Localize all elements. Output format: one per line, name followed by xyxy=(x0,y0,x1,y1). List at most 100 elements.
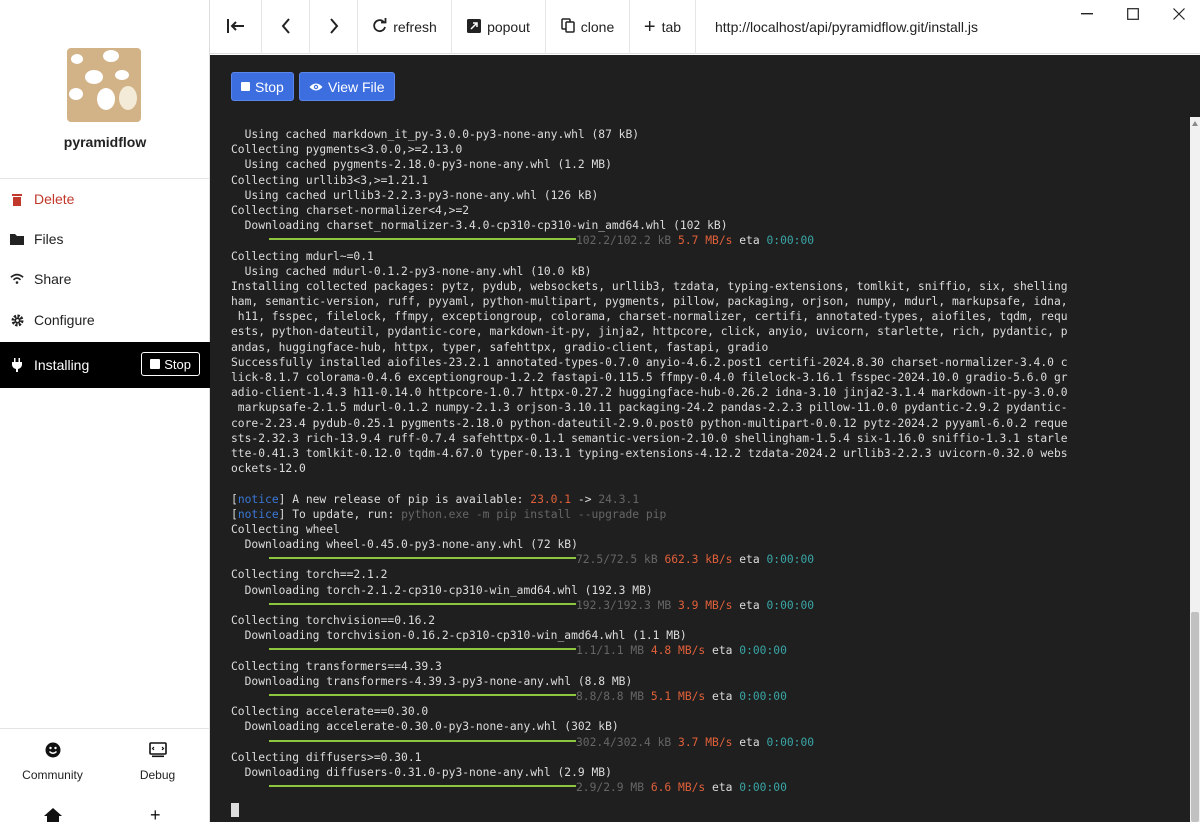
app-name: pyramidflow xyxy=(63,134,147,150)
eta-label: eta xyxy=(705,689,740,703)
notice-text: ] A new release of pip is available: xyxy=(278,492,531,506)
log-line: ockets-12.0 xyxy=(231,462,306,476)
notice-text: ] To update, run: xyxy=(278,507,402,521)
sidebar-item-share[interactable]: Share xyxy=(0,259,210,299)
log-line: Collecting urllib3<3,>=1.21.1 xyxy=(231,173,429,187)
eta-label: eta xyxy=(732,735,767,749)
log-line: Downloading transformers-4.39.3-py3-none… xyxy=(231,674,633,688)
scroll-up-arrow-icon[interactable] xyxy=(1192,121,1198,126)
log-line: Using cached markdown_it_py-3.0.0-py3-no… xyxy=(231,128,640,141)
download-eta: 0:00:00 xyxy=(766,598,815,612)
installing-stop-button[interactable]: Stop xyxy=(141,352,200,376)
refresh-button[interactable]: refresh xyxy=(358,0,452,54)
download-speed: 6.6 MB/s xyxy=(650,781,706,795)
sidebar-item-configure[interactable]: Configure xyxy=(0,300,210,340)
debug-label: Debug xyxy=(139,768,176,782)
terminal-cursor xyxy=(231,803,239,818)
log-line: markupsafe-2.1.5 mdurl-0.1.2 numpy-2.1.3… xyxy=(231,401,1068,415)
download-speed: 3.7 MB/s xyxy=(678,735,733,749)
url-display[interactable]: http://localhost/api/pyramidflow.git/ins… xyxy=(715,0,978,54)
log-line: Downloading accelerate-0.30.0-py3-none-a… xyxy=(231,720,619,734)
plug-icon xyxy=(10,358,24,372)
download-eta: 0:00:00 xyxy=(739,689,787,703)
sidebar-item-label: Files xyxy=(34,231,64,247)
log-line: Using cached urllib3-2.2.3-py3-none-any.… xyxy=(231,188,599,202)
terminal-stop-button[interactable]: Stop xyxy=(231,72,294,101)
notice-tag: notice xyxy=(237,507,279,521)
maximize-icon[interactable] xyxy=(1118,4,1148,24)
sidebar-item-delete[interactable]: Delete xyxy=(0,179,210,219)
download-eta: 0:00:00 xyxy=(766,553,815,567)
log-line: 302.4/302.4 kB 3.7 MB/s eta 0:00:00 xyxy=(231,735,1176,750)
arrow: -> xyxy=(571,492,599,506)
eta-label: eta xyxy=(732,598,767,612)
app-icon xyxy=(67,48,141,122)
community-label: Community xyxy=(22,768,83,782)
log-line: Collecting charset-normalizer<4,>=2 xyxy=(231,203,470,217)
log-line: [notice] A new release of pip is availab… xyxy=(231,492,1176,507)
trash-icon xyxy=(10,192,24,206)
log-line: Downloading torch-2.1.2-cp310-cp310-win_… xyxy=(231,583,653,597)
notice-tag: notice xyxy=(237,492,279,506)
clone-button[interactable]: clone xyxy=(546,0,630,54)
add-icon[interactable]: + xyxy=(150,806,161,822)
log-line: andas, huggingface-hub, httpx, typer, sa… xyxy=(231,340,769,354)
log-line: Collecting diffusers>=0.30.1 xyxy=(231,750,422,764)
log-line: 2.9/2.9 MB 6.6 MB/s eta 0:00:00 xyxy=(231,780,1176,795)
download-speed: 5.7 MB/s xyxy=(678,234,733,248)
download-speed: 3.9 MB/s xyxy=(678,598,733,612)
chevron-left-icon xyxy=(281,17,291,37)
eta-label: eta xyxy=(732,553,767,567)
log-line: h11, fsspec, filelock, ffmpy, exceptiong… xyxy=(231,310,1068,324)
log-line: Collecting transformers==4.39.3 xyxy=(231,659,442,673)
scrollbar-thumb[interactable] xyxy=(1191,612,1199,822)
sidebar-item-installing[interactable]: Installing Stop xyxy=(0,342,210,388)
log-line: 192.3/192.3 MB 3.9 MB/s eta 0:00:00 xyxy=(231,598,1176,613)
debug-button[interactable]: Debug xyxy=(105,742,210,782)
download-eta: 0:00:00 xyxy=(766,735,815,749)
log-line: Collecting torchvision==0.16.2 xyxy=(231,614,436,627)
log-line: 1.1/1.1 MB 4.8 MB/s eta 0:00:00 xyxy=(231,643,1176,658)
new-tab-button[interactable]: + tab xyxy=(630,0,696,54)
back-home-button[interactable] xyxy=(210,0,262,54)
wifi-icon xyxy=(10,272,24,286)
log-line: Collecting accelerate==0.30.0 xyxy=(231,705,429,719)
pip-upgrade-command: python.exe -m pip install --upgrade pip xyxy=(401,507,667,521)
pip-new-version: 24.3.1 xyxy=(598,492,640,506)
minimize-icon[interactable] xyxy=(1072,4,1102,24)
log-line: 8.8/8.8 MB 5.1 MB/s eta 0:00:00 xyxy=(231,689,1176,704)
download-size: 8.8/8.8 MB xyxy=(576,689,645,703)
terminal-icon xyxy=(105,742,210,760)
bracket: [ xyxy=(231,507,238,521)
download-progress-bar xyxy=(269,238,576,241)
view-file-button[interactable]: View File xyxy=(299,72,395,101)
forward-button[interactable] xyxy=(310,0,358,54)
community-button[interactable]: Community xyxy=(0,742,105,782)
log-line: adio-client-1.4.3 h11-0.14.0 httpcore-1.… xyxy=(231,386,1068,400)
log-line: Collecting torch==2.1.2 xyxy=(231,568,388,582)
home-icon[interactable] xyxy=(44,808,62,822)
download-size: 2.9/2.9 MB xyxy=(576,781,645,795)
sidebar-item-label: Share xyxy=(34,271,72,287)
download-speed: 5.1 MB/s xyxy=(650,689,706,703)
log-line: [notice] To update, run: python.exe -m p… xyxy=(231,507,1176,522)
close-icon[interactable] xyxy=(1164,4,1194,24)
download-speed: 662.3 kB/s xyxy=(664,553,733,567)
terminal-scrollbar[interactable] xyxy=(1190,117,1200,822)
back-button[interactable] xyxy=(262,0,310,54)
sidebar-bottom-divider xyxy=(0,728,210,729)
download-size: 102.2/102.2 kB xyxy=(576,234,672,248)
sidebar-item-files[interactable]: Files xyxy=(0,219,210,259)
log-line: 102.2/102.2 kB 5.7 MB/s eta 0:00:00 xyxy=(231,233,1176,248)
log-line: Collecting wheel xyxy=(231,522,340,536)
log-line: Downloading diffusers-0.31.0-py3-none-an… xyxy=(231,765,612,779)
gear-icon xyxy=(10,313,24,327)
sidebar-item-label: Installing xyxy=(34,357,90,373)
log-line: Using cached mdurl-0.1.2-py3-none-any.wh… xyxy=(231,264,592,278)
popout-button[interactable]: popout xyxy=(452,0,546,54)
